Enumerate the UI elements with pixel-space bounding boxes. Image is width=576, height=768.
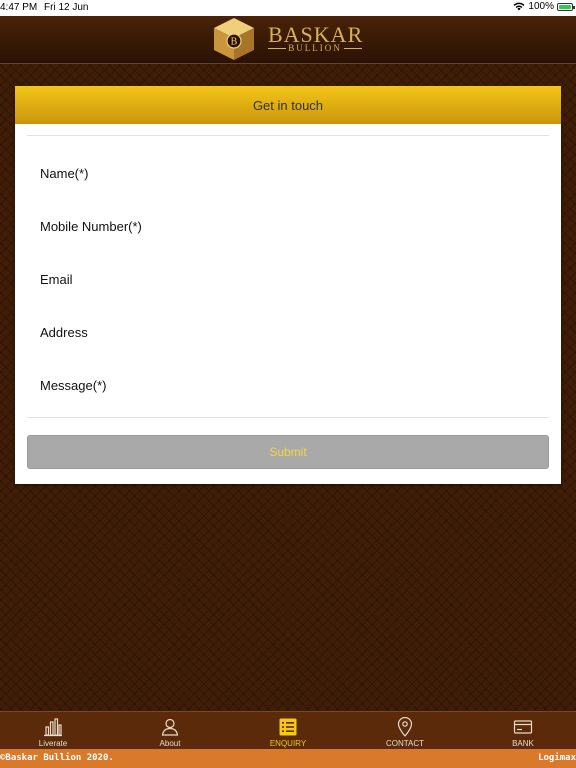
- divider: [27, 135, 549, 136]
- copyright-text: ©Baskar Bullion 2020.: [0, 753, 114, 763]
- tab-enquiry[interactable]: ENQUIRY: [248, 712, 328, 750]
- tab-contact[interactable]: CONTACT: [365, 712, 445, 750]
- bottom-tab-bar: Liverate About ENQUIRY CONTACT BANK: [0, 711, 576, 749]
- status-bar: 4:47 PM Fri 12 Jun 100%: [0, 0, 576, 16]
- mobile-number-input[interactable]: [40, 214, 540, 238]
- message-input[interactable]: [40, 373, 540, 397]
- tab-label: CONTACT: [385, 739, 425, 748]
- address-input[interactable]: [40, 320, 540, 344]
- list-icon: [279, 718, 297, 736]
- tab-bank[interactable]: BANK: [483, 712, 563, 750]
- name-input[interactable]: [40, 161, 540, 185]
- bar-chart-icon: [44, 718, 62, 737]
- footer-bar: ©Baskar Bullion 2020. Logimax: [0, 749, 576, 768]
- logo-cube-icon: B: [214, 18, 254, 60]
- logo-letter: B: [231, 37, 238, 48]
- wifi-icon: [514, 2, 525, 11]
- form-title: Get in touch: [15, 86, 561, 124]
- status-indicators: 100%: [513, 1, 575, 12]
- tab-label: BANK: [512, 739, 534, 748]
- contact-form-card: Get in touch Submit: [15, 86, 561, 484]
- battery-icon: [557, 2, 575, 11]
- tab-label: About: [159, 739, 181, 748]
- bank-card-icon: [513, 720, 533, 734]
- brand-subtitle: BULLION: [268, 43, 362, 53]
- location-pin-icon: [397, 717, 413, 737]
- submit-button[interactable]: Submit: [27, 435, 549, 469]
- status-time: 4:47 PM: [0, 2, 38, 13]
- app-header: B BASKAR BULLION: [0, 16, 576, 64]
- tab-label: Liverate: [38, 739, 68, 748]
- battery-percent: 100%: [528, 1, 554, 12]
- tab-liverate[interactable]: Liverate: [13, 712, 93, 750]
- tab-about[interactable]: About: [130, 712, 210, 750]
- divider: [27, 417, 549, 418]
- user-icon: [161, 718, 179, 736]
- status-date: Fri 12 Jun: [44, 2, 89, 13]
- email-input[interactable]: [40, 267, 540, 291]
- credit-text: Logimax: [538, 753, 576, 763]
- tab-label: ENQUIRY: [269, 739, 307, 748]
